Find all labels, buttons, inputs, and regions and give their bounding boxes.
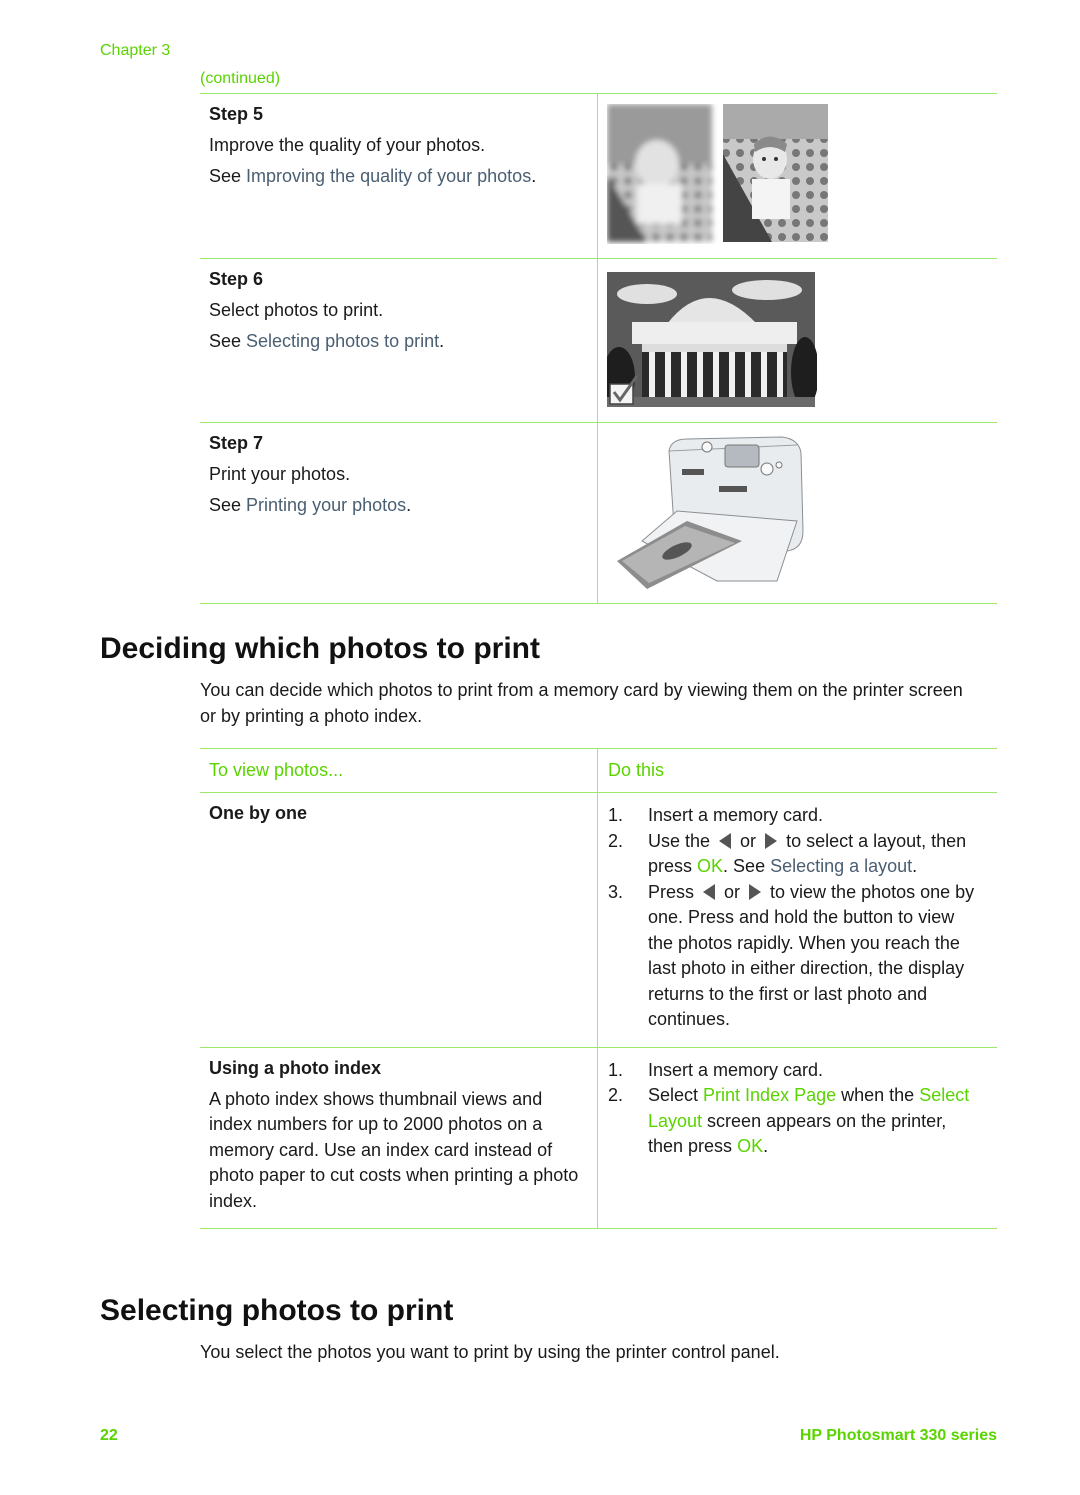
row-description: A photo index shows thumbnail views and … xyxy=(209,1088,579,1211)
section-heading-deciding: Deciding which photos to print xyxy=(100,632,540,665)
page-number: 22 xyxy=(100,1427,118,1444)
table-header: To view photos... Do this xyxy=(200,748,997,793)
blurry-sharp-photos xyxy=(598,94,997,258)
instruction-list: 1. Insert a memory card. 2. Select Print… xyxy=(608,1058,997,1160)
view-photos-table: To view photos... Do this One by one 1. … xyxy=(200,748,997,1229)
row-title: One by one xyxy=(209,803,308,823)
step-title: Step 7 xyxy=(209,433,264,453)
column-header-to-view: To view photos... xyxy=(209,760,344,780)
photo-printer-image xyxy=(617,436,804,589)
product-name: HP Photosmart 330 series xyxy=(799,1427,997,1444)
step-row: Step 7 Print your photos. See Printing y… xyxy=(200,422,997,604)
ok-button-label: OK xyxy=(737,1136,764,1156)
right-arrow-icon xyxy=(765,832,778,849)
left-arrow-icon xyxy=(719,832,732,849)
photo-comparison-image xyxy=(607,104,828,242)
list-item: 2. Select Print Index Page when the Sele… xyxy=(608,1085,970,1156)
steps-table: Step 5 Improve the quality of your photo… xyxy=(200,93,997,604)
step-row: Step 6 Select photos to print. See Selec… xyxy=(200,258,997,422)
print-index-page-label: Print Index Page xyxy=(703,1085,837,1105)
instruction-list: 1. Insert a memory card. 2. Use the or t… xyxy=(608,803,997,1033)
step-title: Step 5 xyxy=(209,104,264,124)
step-title: Step 6 xyxy=(209,269,264,289)
row-title: Using a photo index xyxy=(209,1057,382,1078)
list-item: 3. Press or to view the photos one by on… xyxy=(608,881,975,1030)
ok-button-label: OK xyxy=(697,856,724,876)
building-image xyxy=(607,272,817,407)
step-description: Select photos to print. xyxy=(209,300,384,320)
section-intro-selecting: You select the photos you want to print … xyxy=(200,1342,780,1362)
selecting-layout-link[interactable]: Selecting a layout xyxy=(770,856,912,876)
section-intro-deciding: You can decide which photos to print fro… xyxy=(200,680,963,726)
continued-label: (continued) xyxy=(200,70,281,87)
left-arrow-icon xyxy=(703,883,716,900)
step-description: Improve the quality of your photos. xyxy=(209,135,486,155)
step-link[interactable]: Printing your photos xyxy=(246,495,406,515)
right-arrow-icon xyxy=(749,883,762,900)
step-description: Print your photos. xyxy=(209,464,351,484)
table-row: Using a photo index A photo index shows … xyxy=(200,1047,997,1229)
step-link[interactable]: Improving the quality of your photos xyxy=(246,166,531,186)
list-item: 2. Use the or to select a layout, then p… xyxy=(608,830,967,877)
chapter-label: Chapter 3 xyxy=(100,42,171,59)
section-heading-selecting: Selecting photos to print xyxy=(100,1294,454,1327)
printer-illustration xyxy=(598,423,997,603)
list-item: 1. Insert a memory card. xyxy=(608,1059,824,1080)
step-row: Step 5 Improve the quality of your photo… xyxy=(200,93,997,258)
step-link[interactable]: Selecting photos to print xyxy=(246,331,439,351)
list-item: 1. Insert a memory card. xyxy=(608,805,824,825)
building-photo xyxy=(598,259,997,422)
column-header-do-this: Do this xyxy=(608,760,665,780)
table-row: One by one 1. Insert a memory card. 2. U… xyxy=(200,793,997,1048)
